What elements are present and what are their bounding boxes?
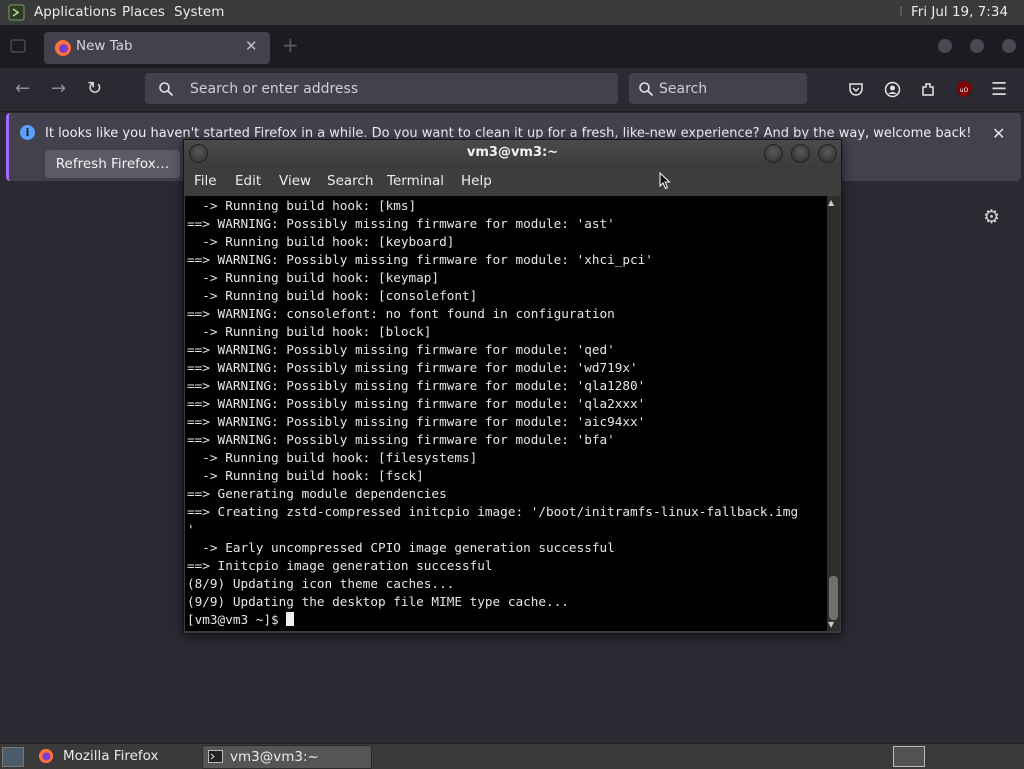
terminal-line: ==> Creating zstd-compressed initcpio im… (187, 504, 799, 519)
terminal-line: -> Early uncompressed CPIO image generat… (202, 540, 615, 555)
scroll-up-icon[interactable]: ▲ (828, 198, 834, 207)
terminal-line: (9/9) Updating the desktop file MIME typ… (187, 594, 569, 609)
search-box-icon (639, 82, 654, 97)
menu-applications[interactable]: Applications (34, 0, 116, 25)
applications-menu-icon[interactable] (8, 4, 25, 21)
window-maximize-button[interactable] (970, 39, 984, 53)
panel-separator-icon: ⁞ (899, 4, 904, 20)
terminal-line: -> Running build hook: [fsck] (202, 468, 424, 483)
notification-close-icon[interactable]: ✕ (992, 124, 1005, 143)
terminal-line: ==> WARNING: Possibly missing firmware f… (187, 414, 646, 429)
terminal-prompt: [vm3@vm3 ~]$ (187, 612, 287, 627)
account-icon[interactable] (884, 81, 901, 98)
terminal-line: ==> Generating module dependencies (187, 486, 447, 501)
terminal-line: ==> WARNING: Possibly missing firmware f… (187, 342, 615, 357)
terminal-line: ==> WARNING: Possibly missing firmware f… (187, 252, 653, 267)
ublock-origin-icon[interactable]: uO (955, 80, 973, 98)
hamburger-menu-icon[interactable]: ☰ (991, 79, 1007, 100)
terminal-menu-search[interactable]: Search (327, 173, 373, 189)
terminal-line: -> Running build hook: [filesystems] (202, 450, 478, 465)
info-icon: i (20, 125, 35, 140)
new-tab-icon[interactable]: + (282, 33, 299, 57)
terminal-line: ==> WARNING: Possibly missing firmware f… (187, 378, 646, 393)
terminal-line: ==> WARNING: Possibly missing firmware f… (187, 360, 638, 375)
terminal-line: ' (187, 522, 195, 537)
address-placeholder: Search or enter address (190, 81, 359, 97)
workspace-switcher[interactable] (893, 746, 925, 767)
firefox-icon (55, 40, 71, 56)
terminal-minimize-button[interactable] (764, 144, 783, 163)
scrollbar-thumb[interactable] (829, 576, 838, 620)
terminal-line: ==> WARNING: Possibly missing firmware f… (187, 432, 615, 447)
search-placeholder: Search (659, 81, 708, 97)
terminal-titlebar[interactable]: vm3@vm3:~ (184, 140, 841, 167)
terminal-scrollbar[interactable] (827, 196, 840, 631)
window-minimize-button[interactable] (938, 39, 952, 53)
terminal-output[interactable]: -> Running build hook: [kms] ==> WARNING… (185, 196, 827, 631)
tab-overview-icon[interactable] (10, 38, 26, 54)
svg-text:uO: uO (960, 87, 969, 94)
mouse-pointer-icon (659, 172, 671, 190)
terminal-line: -> Running build hook: [consolefont] (202, 288, 478, 303)
terminal-window: vm3@vm3:~ File Edit View Search Terminal… (183, 139, 842, 634)
terminal-maximize-button[interactable] (791, 144, 810, 163)
scroll-down-icon[interactable]: ▼ (828, 620, 834, 629)
gear-icon[interactable]: ⚙ (983, 206, 1000, 228)
terminal-line: -> Running build hook: [block] (202, 324, 432, 339)
search-box[interactable] (629, 73, 807, 104)
forward-arrow-icon[interactable]: → (51, 78, 66, 99)
terminal-line: ==> WARNING: Possibly missing firmware f… (187, 216, 615, 231)
terminal-line: (8/9) Updating icon theme caches... (187, 576, 455, 591)
pocket-icon[interactable] (848, 81, 864, 97)
clock[interactable]: Fri Jul 19, 7:34 PM (911, 0, 1024, 45)
terminal-line: -> Running build hook: [kms] (202, 198, 417, 213)
refresh-firefox-button[interactable]: Refresh Firefox… (45, 150, 180, 178)
top-panel: Applications Places System ⁞ Fri Jul 19,… (0, 0, 1024, 45)
terminal-menu-terminal[interactable]: Terminal (387, 173, 444, 189)
terminal-title: vm3@vm3:~ (466, 145, 559, 160)
terminal-taskbar-icon (208, 750, 223, 763)
tab-label: New Tab (76, 38, 133, 54)
terminal-line: ==> WARNING: Possibly missing firmware f… (187, 396, 646, 411)
terminal-menu-view[interactable]: View (279, 173, 311, 189)
back-arrow-icon[interactable]: ← (15, 78, 30, 99)
taskbar-item-terminal[interactable]: vm3@vm3:~ (202, 745, 372, 769)
terminal-line: -> Running build hook: [keyboard] (202, 234, 455, 249)
extensions-icon[interactable] (920, 81, 937, 98)
terminal-menu-help[interactable]: Help (461, 173, 492, 189)
terminal-line: ==> WARNING: consolefont: no font found … (187, 306, 615, 321)
tab-close-icon[interactable]: ✕ (245, 37, 258, 55)
terminal-line: ==> Initcpio image generation successful (187, 558, 493, 573)
taskbar-item-label: vm3@vm3:~ (230, 749, 319, 765)
terminal-menu-file[interactable]: File (194, 173, 217, 189)
terminal-text: -> Running build hook: [kms] ==> WARNING… (187, 197, 798, 629)
menu-system[interactable]: System (174, 0, 224, 25)
terminal-cursor (286, 612, 295, 626)
terminal-line: -> Running build hook: [keymap] (202, 270, 440, 285)
search-icon (159, 82, 174, 97)
taskbar-item-label: Mozilla Firefox (63, 748, 159, 764)
terminal-menu-edit[interactable]: Edit (235, 173, 261, 189)
window-close-button[interactable] (1002, 39, 1016, 53)
menu-places[interactable]: Places (122, 0, 165, 25)
terminal-close-button[interactable] (818, 144, 837, 163)
taskbar-item-firefox[interactable]: Mozilla Firefox (34, 745, 199, 767)
show-desktop-button[interactable] (2, 747, 24, 767)
firefox-taskbar-icon (38, 748, 54, 764)
reload-icon[interactable]: ↻ (87, 78, 102, 99)
